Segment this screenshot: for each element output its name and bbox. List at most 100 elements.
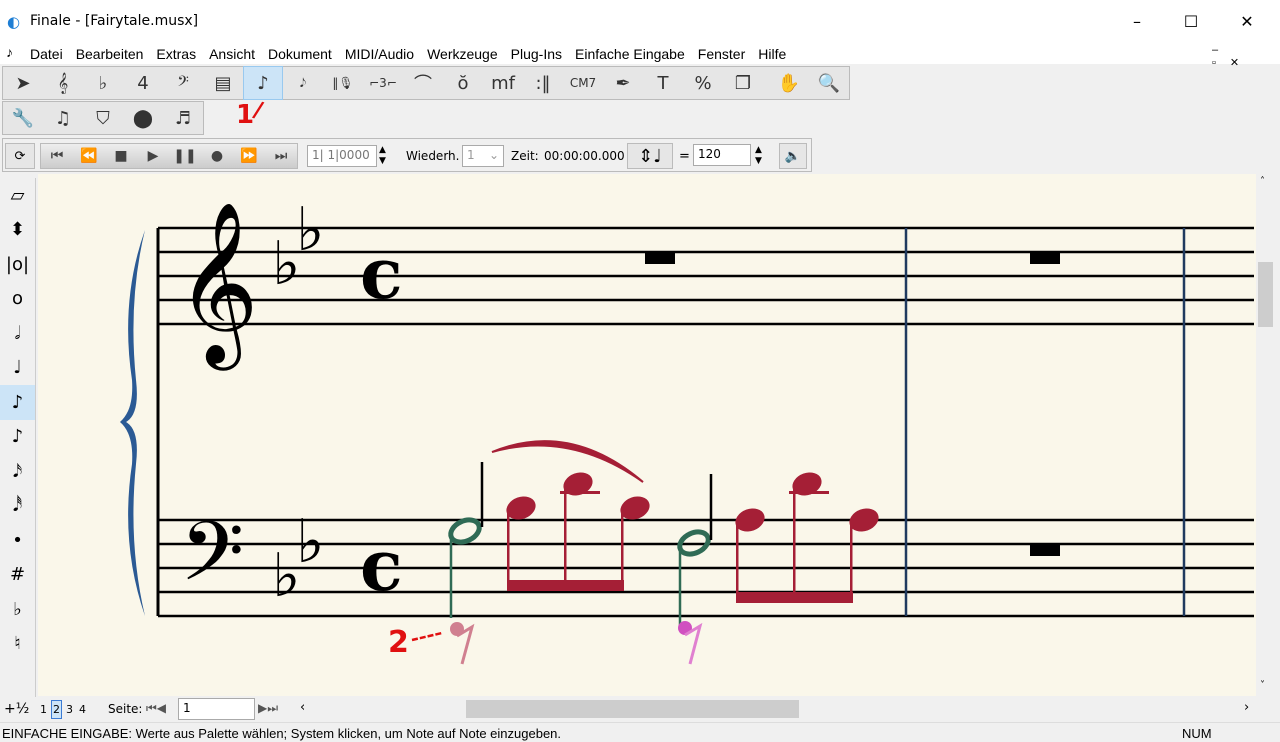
midi-tool-icon[interactable]: ⬤ [123, 101, 163, 135]
position-spinner[interactable]: ▲ ▼ [379, 145, 386, 167]
annotation-arrow-2 [411, 631, 443, 642]
bottom-bar: +½ 1 2 3 4 Seite: ⏮◀ 1 ▶⏭ ‹ › [0, 697, 1280, 721]
repeat-tool-icon[interactable]: :‖ [523, 66, 563, 100]
tempo-field[interactable]: 120 [693, 144, 751, 166]
tie-icon[interactable]: ⬍ [0, 213, 35, 248]
tempo-spinner[interactable]: ▲ ▼ [755, 145, 762, 167]
menu-midi-audio[interactable]: MIDI/Audio [345, 46, 414, 62]
beam-tool-icon[interactable]: ♬ [163, 101, 203, 135]
simple-entry-tool-icon[interactable]: ♪ [243, 66, 283, 100]
thirty-second-note-icon[interactable]: 𝅘𝅥𝅯 [0, 454, 35, 489]
chord-tool-icon[interactable]: CM7 [563, 66, 603, 100]
page-layout-tool-icon[interactable]: ❐ [723, 66, 763, 100]
eraser-icon[interactable]: ▱ [0, 178, 35, 213]
expression-tool-icon[interactable]: mf [483, 66, 523, 100]
zoom-tool-icon[interactable]: 🔍 [809, 66, 849, 100]
menu-datei[interactable]: Datei [30, 46, 63, 62]
scroll-left-arrow[interactable]: ‹ [300, 700, 305, 715]
view-2[interactable]: 2 [51, 700, 62, 719]
vertical-scrollbar[interactable]: ˄ ˅ [1256, 174, 1274, 696]
menu-bearbeiten[interactable]: Bearbeiten [76, 46, 144, 62]
record-button[interactable]: ● [201, 148, 233, 164]
treble-clef: 𝄞 [176, 201, 259, 371]
fast-forward-button[interactable]: ⏩ [233, 148, 265, 164]
text-tool-icon[interactable]: T [643, 66, 683, 100]
score-svg[interactable]: 𝄞 ♭ ♭ c 𝄢 ♭ ♭ c 2 [38, 174, 1256, 696]
scroll-right-arrow[interactable]: › [1244, 700, 1249, 715]
whole-rest [1030, 252, 1060, 264]
time-signature-tool-icon[interactable]: 4 [123, 66, 163, 100]
special-tools-icon[interactable]: ⛉ [83, 101, 123, 135]
last-page-button[interactable]: ▶⏭ [258, 701, 278, 716]
view-3[interactable]: 3 [66, 703, 73, 716]
sixty-fourth-note-icon[interactable]: 𝅘𝅥𝅰 [0, 489, 35, 524]
repeat-label: Wiederh. [406, 149, 460, 163]
menu-einfache-eingabe[interactable]: Einfache Eingabe [575, 46, 685, 62]
staff-tool-icon[interactable]: 𝄞 [43, 66, 83, 100]
smart-shape-tool-icon[interactable]: ⌒ [403, 66, 443, 100]
sixteenth-note-icon[interactable]: ♪ [0, 420, 35, 455]
lyrics-tool-icon[interactable]: ✒ [603, 66, 643, 100]
page-number-field[interactable]: 1 [178, 698, 255, 720]
play-button[interactable]: ▶ [137, 148, 169, 164]
treble-time-signature: c [360, 232, 403, 315]
title-bar: ◐ Finale - [Fairytale.musx] – ☐ ✕ [0, 0, 1280, 44]
measure-tool-icon[interactable]: ▤ [203, 66, 243, 100]
minimize-button[interactable]: – [1114, 8, 1160, 36]
menu-werkzeuge[interactable]: Werkzeuge [427, 46, 498, 62]
tempo-note-button[interactable]: ⇕♩ [627, 143, 673, 169]
view-1[interactable]: 1 [40, 703, 47, 716]
window-title: Finale - [Fairytale.musx] [30, 13, 199, 29]
clef-tool-icon[interactable]: 𝄢 [163, 66, 203, 100]
maximize-button[interactable]: ☐ [1168, 8, 1214, 36]
key-signature-tool-icon[interactable]: ♭ [83, 66, 123, 100]
hyperscribe-tool-icon[interactable]: ‖🎙 [323, 66, 363, 100]
menu-hilfe[interactable]: Hilfe [758, 46, 786, 62]
repeat-select[interactable]: 1 ⌄ [462, 145, 504, 167]
resize-tool-icon[interactable]: % [683, 66, 723, 100]
first-page-button[interactable]: ⏮◀ [146, 701, 166, 716]
fraction-button[interactable]: +½ [4, 701, 29, 717]
rewind-button[interactable]: ⏪ [73, 148, 105, 164]
menu-plug-ins[interactable]: Plug-Ins [511, 46, 562, 62]
playback-settings-button[interactable]: ⟳ [5, 143, 35, 169]
menu-ansicht[interactable]: Ansicht [209, 46, 255, 62]
half-note-icon[interactable]: 𝅗𝅥 [0, 316, 35, 351]
hand-grabber-icon[interactable]: ✋ [769, 66, 809, 100]
tuplet-tool-icon[interactable]: ⌐3⌐ [363, 66, 403, 100]
forward-end-button[interactable]: ⏭ [265, 148, 297, 164]
menu-dokument[interactable]: Dokument [268, 46, 332, 62]
playback-sound-settings-icon[interactable]: 🔈 [779, 143, 807, 169]
whole-note-icon[interactable]: o [0, 282, 35, 317]
sharp-icon[interactable]: # [0, 558, 35, 593]
vertical-scroll-thumb[interactable] [1258, 262, 1273, 327]
main-tool-palette: ➤ 𝄞 ♭ 4 𝄢 ▤ ♪ 𝅘𝅥𝅮 ‖🎙 ⌐3⌐ ⌒ ŏ mf:‖ CM7 ✒ T% ❐ ✋ 🔍 [2, 66, 850, 100]
stop-button[interactable]: ■ [105, 148, 137, 164]
menu-extras[interactable]: Extras [156, 46, 196, 62]
horizontal-scroll-thumb[interactable] [466, 700, 799, 718]
scroll-down-arrow[interactable]: ˅ [1260, 680, 1265, 691]
wrench-icon[interactable]: 🔧 [3, 101, 43, 135]
score-canvas[interactable]: 𝄞 ♭ ♭ c 𝄢 ♭ ♭ c 2 [38, 174, 1256, 696]
half-note-green [677, 529, 711, 628]
close-button[interactable]: ✕ [1224, 8, 1270, 36]
scroll-up-arrow[interactable]: ˄ [1260, 176, 1265, 187]
tuplet-icon[interactable]: |o| [0, 247, 35, 282]
menu-fenster[interactable]: Fenster [698, 46, 745, 62]
position-field[interactable]: 1| 1|0000 [307, 145, 377, 167]
bass-time-signature: c [360, 524, 403, 607]
eighth-note-icon[interactable]: ♪ [0, 385, 35, 420]
rewind-start-button[interactable]: ⏮ [41, 148, 73, 164]
view-4[interactable]: 4 [79, 703, 86, 716]
dot-icon[interactable]: • [0, 523, 35, 558]
mirror-tool-icon[interactable]: ♫ [43, 101, 83, 135]
articulation-tool-icon[interactable]: ŏ [443, 66, 483, 100]
mdi-controls[interactable]: –▫✕ [1212, 44, 1267, 69]
whole-rest [1030, 544, 1060, 556]
selection-tool-icon[interactable]: ➤ [3, 66, 43, 100]
pause-button[interactable]: ❚❚ [169, 148, 201, 164]
quarter-note-icon[interactable]: ♩ [0, 351, 35, 386]
flat-icon[interactable]: ♭ [0, 592, 35, 627]
natural-icon[interactable]: ♮ [0, 627, 35, 662]
speedy-entry-tool-icon[interactable]: 𝅘𝅥𝅮 [283, 66, 323, 100]
